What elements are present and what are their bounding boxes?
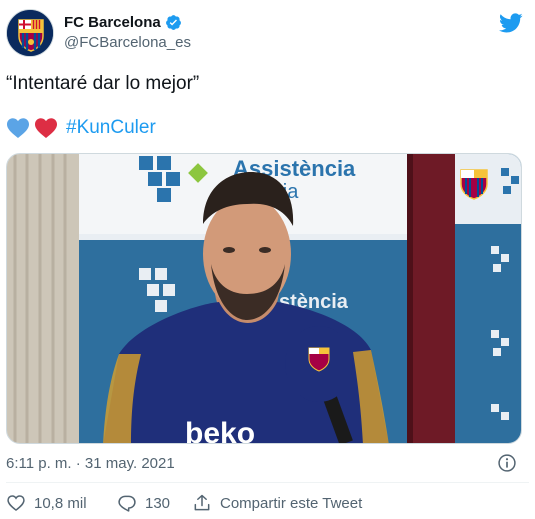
author-names: FC Barcelona @FCBarcelona_es <box>64 14 191 51</box>
display-name-row: FC Barcelona <box>64 14 191 31</box>
tweet-timestamp[interactable]: 6:11 p. m. · 31 may. 2021 <box>6 455 175 472</box>
twitter-bird-icon[interactable] <box>499 11 523 35</box>
share-upload-icon <box>194 494 210 511</box>
divider <box>6 482 529 483</box>
share-label: Compartir este Tweet <box>220 494 363 512</box>
tweet-header: FC Barcelona @FCBarcelona_es <box>6 9 529 61</box>
heart-outline-icon <box>7 495 25 512</box>
info-icon[interactable] <box>497 453 517 473</box>
interview-video-frame: Assistència ària stència <box>7 154 521 444</box>
verified-badge-icon <box>165 15 181 30</box>
fc-barcelona-crest-icon <box>7 10 53 56</box>
hashtag-row: #KunCuler <box>6 117 156 139</box>
reply-count: 130 <box>145 494 171 512</box>
hashtag-link[interactable]: #KunCuler <box>66 117 156 139</box>
shirt-sponsor-text: beko <box>185 417 255 444</box>
tweet-actions: 10,8 mil 130 Compartir este Tweet <box>6 493 362 513</box>
share-button[interactable]: Compartir este Tweet <box>192 493 362 513</box>
like-count: 10,8 mil <box>34 494 87 512</box>
tweet-media-image[interactable]: Assistència ària stència <box>6 153 522 444</box>
red-heart-emoji-icon <box>35 118 57 138</box>
display-name[interactable]: FC Barcelona <box>64 14 161 31</box>
reply-button[interactable]: 130 <box>117 493 192 513</box>
blue-heart-emoji-icon <box>7 118 29 138</box>
tweet-text: “Intentaré dar lo mejor” <box>6 73 200 94</box>
reply-bubble-icon <box>118 495 136 512</box>
like-button[interactable]: 10,8 mil <box>6 493 117 513</box>
avatar[interactable] <box>6 9 54 57</box>
handle[interactable]: @FCBarcelona_es <box>64 34 191 51</box>
